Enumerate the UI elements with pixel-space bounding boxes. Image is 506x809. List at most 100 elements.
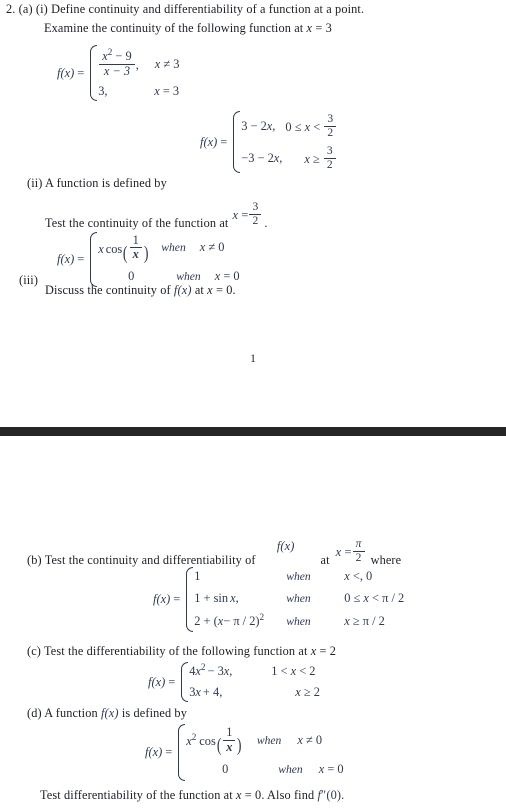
fraction-denominator: x (129, 247, 142, 261)
eq3-equals: = (77, 252, 85, 266)
when-keyword: when (278, 763, 303, 776)
target-variable: x (232, 208, 239, 223)
when-keyword: when (256, 733, 282, 747)
equation-row: 3x + 4, x ≥ 2 (189, 682, 320, 703)
item-i-label: (i) (35, 2, 48, 16)
eqd-row2-condition: x = 0 (303, 762, 344, 777)
d-final-mid: = 0. Also find (244, 788, 315, 802)
eq2-lhs-x: (x) (203, 134, 218, 149)
equation-row: 0 when x = 0 (186, 757, 343, 782)
piecewise-a-ii: f(x) = xcos(1x) when x ≠ 0 0 when x (57, 231, 240, 288)
when-keyword: when (161, 241, 186, 254)
eqb-row2-expr: 1 + sin x, (194, 591, 278, 606)
eq3-rows: x cos(1 x) when x ≠ 0 0 when x = 0 (98, 231, 239, 288)
when-keyword: when (286, 614, 311, 628)
condition-upper: < π / 2 (372, 590, 405, 605)
fraction: 3 2 (324, 113, 337, 139)
a-i-line2-variable: x (306, 21, 313, 35)
equation-b: f (x) = 1 when x <, 0 1 + sin x, when 0 ≤ (153, 566, 404, 633)
equation-row: x cos(1 x) when x ≠ 0 (98, 231, 239, 264)
curly-brace-icon (87, 44, 98, 102)
condition-variable: x (290, 664, 297, 678)
d-final-text: Test differentiability of the function a… (40, 788, 233, 802)
condition-upper: ≥ 2 (303, 685, 320, 699)
fraction-denominator: x (223, 739, 236, 754)
when-keyword: when (286, 570, 311, 583)
c-heading: (c) Test the differentiability of the fo… (27, 644, 336, 659)
expr-rest: − π / 2) (223, 613, 260, 628)
d-text-post: is defined by (121, 706, 187, 720)
fraction-denominator: x − 3 (99, 63, 135, 78)
eqb-equals: = (173, 592, 181, 606)
eqb-row1-condition: x <, 0 (326, 569, 372, 584)
condition-operator: ≥ (313, 152, 320, 167)
eq1-rows: x2 − 9 x − 3 , x ≠ 3 3, x = 3 (98, 44, 179, 102)
eqc-row1-condition: 1 < x < 2 (253, 664, 315, 679)
a-iii-line: Discuss the continuity of f(x) at x = 0. (45, 283, 236, 298)
page-number: 1 (250, 353, 256, 365)
cosine-function: cos (105, 241, 123, 256)
equation-row: x2 − 9 x − 3 , x ≠ 3 (98, 44, 180, 84)
derivative-argument: (0). (326, 788, 345, 802)
condition-variable: x (297, 732, 303, 747)
piecewise-c: f (x) = 4x2− 3x, 1 < x < 2 3x + 4, x ≥ 2 (148, 661, 320, 703)
equation-d: f(x) = x2cos(1x) when x ≠ 0 0 when x (145, 723, 344, 782)
expr-coeff: 3 − 2 (241, 118, 267, 133)
eqb-row2-condition: 0 ≤ x < π / 2 (326, 591, 404, 606)
numerator-exponent: 2 (107, 47, 113, 58)
target-equals: = (241, 208, 249, 223)
d-final-line: Test differentiability of the function a… (40, 788, 344, 803)
fraction-denominator: 2 (324, 125, 337, 139)
eq3-row1-expr: x cos(1 x) (98, 233, 149, 264)
eqd-row1-condition: x ≠ 0 (281, 733, 322, 748)
eqd-row2-expr: 0 (222, 762, 229, 776)
eqc-rows: 4x2− 3x, 1 < x < 2 3x + 4, x ≥ 2 (189, 661, 320, 703)
condition-variable: x (304, 120, 311, 135)
equation-row: 4x2− 3x, 1 < x < 2 (189, 661, 320, 682)
expr-rest: + 4, (202, 685, 223, 699)
eqd-row1-expr: x 2 cos(1 x) (186, 726, 243, 755)
condition-variable: x (214, 268, 221, 283)
eq2-row2-condition: x ≥ 3 2 (282, 145, 336, 171)
curly-brace-icon (87, 231, 98, 288)
a-i-line2-value: = 3 (315, 21, 332, 35)
c-text: Test the differentiability of the follow… (44, 644, 308, 658)
expr-variable: x (195, 685, 201, 699)
condition-value: <, 0 (352, 569, 373, 583)
eq3-row2-expr: 0 (128, 268, 135, 283)
fraction: 1x (223, 726, 236, 754)
part-a-label: (a) (18, 2, 33, 16)
fraction: x2 − 9 x − 3 (99, 47, 135, 78)
eq1-equals: = (77, 65, 85, 80)
expr-variable: x (98, 241, 104, 256)
a-i-line2-text: Examine the continuity of the following … (44, 21, 304, 35)
fraction-numerator: π (355, 538, 362, 551)
cosine-function: cos (199, 734, 216, 749)
expr-exponent: 2 (259, 611, 265, 622)
expr-exponent: 2 (191, 732, 197, 743)
b-fx: (x) (280, 538, 295, 553)
eq1-row2-condition: x = 3 (138, 84, 179, 99)
b-target-point: x = π 2 (336, 538, 366, 564)
expr-coeff: −3 − 2 (241, 150, 274, 165)
b-where: where (370, 552, 402, 567)
d-fx: (x) (104, 706, 119, 720)
eqc-row2-expr: 3x + 4, (189, 685, 253, 700)
condition-value: ≥ π / 2 (352, 613, 385, 628)
eq3-row2-condition: x = 0 (201, 269, 240, 284)
eqb-row3-expr: 2 + (x− π / 2)2 (194, 611, 278, 629)
fraction-numerator: 3 (252, 201, 259, 214)
condition-value: = 0 (223, 268, 240, 283)
part-d-label: (d) (27, 706, 42, 720)
right-paren: ) (143, 242, 149, 264)
eqc-row1-expr: 4x2− 3x, (189, 662, 253, 679)
fraction: 3 2 (249, 201, 262, 227)
eqb-lhs-x: (x) (156, 592, 171, 606)
b-text: Test the continuity and differentiabilit… (44, 552, 256, 567)
equation-row: 1 + sin x, when 0 ≤ x < π / 2 (194, 587, 404, 609)
condition-lower: 0 ≤ (285, 120, 302, 135)
exam-page: 2. (a) (i) Define continuity and differe… (0, 0, 506, 809)
denominator-text: x − 3 (103, 63, 131, 78)
a-iii-fx: (x) (177, 283, 192, 297)
d-heading: (d) A function f(x) is defined by (27, 706, 187, 721)
